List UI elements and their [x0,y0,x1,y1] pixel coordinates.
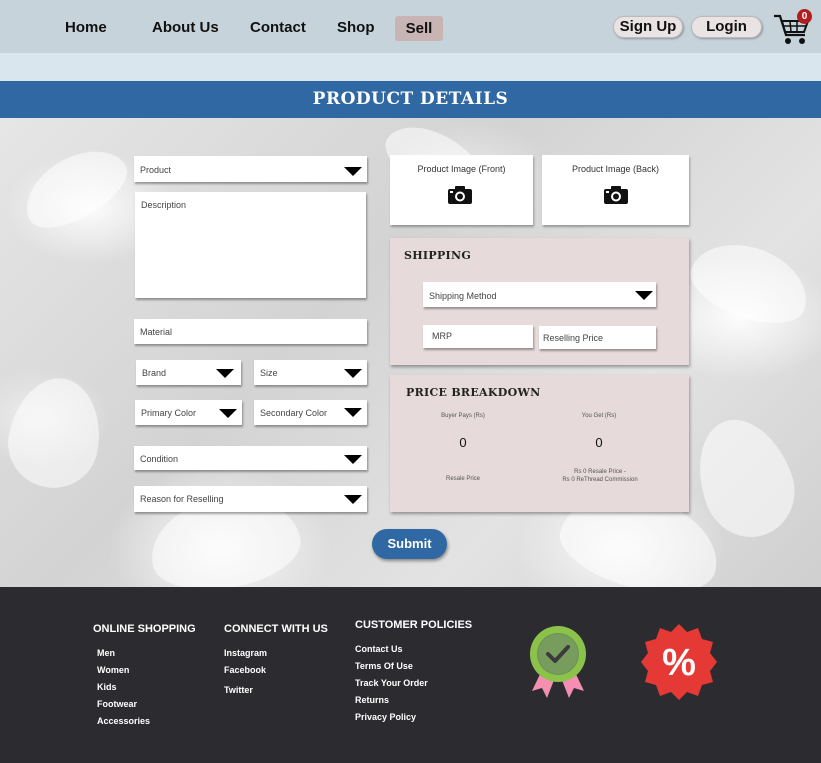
shipping-title: SHIPPING [404,249,472,262]
submit-button[interactable]: Submit [372,529,447,559]
camera-icon [448,186,472,204]
condition-select[interactable]: Condition [134,446,367,470]
nav-about-link[interactable]: About Us [152,19,219,36]
you-get-note-line2: Rs 0 ReThread Commission [562,477,638,483]
brand-select[interactable]: Brand [136,360,241,385]
chevron-down-icon [219,409,237,418]
material-input[interactable]: Material [134,319,367,344]
footer-link-women[interactable]: Women [97,665,129,675]
you-get-value: 0 [595,435,603,450]
connect-heading: CONNECT WITH US [224,623,328,635]
product-select[interactable]: Product [134,156,367,182]
buyer-pays-label: Buyer Pays (Rs) [441,413,485,419]
you-get-label: You Get (Rs) [581,413,617,419]
quality-badge-icon [530,626,586,698]
resale-price-note: Resale Price [445,476,480,482]
reselling-price-input[interactable]: Reselling Price [539,326,656,349]
price-breakdown-title: PRICE BREAKDOWN [406,386,541,399]
size-select[interactable]: Size [254,360,367,385]
camera-icon [604,186,628,204]
shipping-panel: SHIPPING Shipping Method MRP Reselling P… [390,238,689,365]
chevron-down-icon [344,369,362,378]
you-get-note-line1: Rs 0 Resale Price - [574,469,626,475]
discount-percent-icon: % [641,624,717,700]
mrp-input[interactable]: MRP [423,325,533,348]
reason-select[interactable]: Reason for Reselling [134,486,367,512]
footer-link-contact-us[interactable]: Contact Us [355,644,403,654]
chevron-down-icon [216,369,234,378]
chevron-down-icon [635,291,653,300]
footer-link-men[interactable]: Men [97,648,115,658]
nav-sell-link[interactable]: Sell [395,16,443,41]
shipping-method-select[interactable]: Shipping Method [423,282,656,307]
cart-count-badge: 0 [797,9,812,24]
footer-link-terms[interactable]: Terms Of Use [355,661,413,671]
footer-link-track-order[interactable]: Track Your Order [355,678,428,688]
footer-link-returns[interactable]: Returns [355,695,389,705]
chevron-down-icon [344,408,362,417]
footer-link-footwear[interactable]: Footwear [97,699,137,709]
price-breakdown-panel: PRICE BREAKDOWN Buyer Pays (Rs) You Get … [390,375,689,512]
login-button[interactable]: Login [691,16,762,38]
chevron-down-icon [344,167,362,176]
footer-link-accessories[interactable]: Accessories [97,716,150,726]
primary-color-select[interactable]: Primary Color [135,400,242,425]
product-image-back-upload[interactable]: Product Image (Back) [542,155,689,225]
footer-link-twitter[interactable]: Twitter [224,685,253,695]
secondary-color-select[interactable]: Secondary Color [254,400,367,425]
footer-link-instagram[interactable]: Instagram [224,648,267,658]
chevron-down-icon [344,455,362,464]
product-image-front-upload[interactable]: Product Image (Front) [390,155,533,225]
footer-link-privacy[interactable]: Privacy Policy [355,712,416,722]
signup-button[interactable]: Sign Up [613,16,683,38]
footer-link-kids[interactable]: Kids [97,682,117,692]
top-navigation: Home About Us Contact Shop Sell Sign Up … [0,0,821,53]
buyer-pays-value: 0 [459,435,467,450]
policies-heading: CUSTOMER POLICIES [355,619,473,631]
page-title: PRODUCT DETAILS [0,81,821,118]
nav-shop-link[interactable]: Shop [337,19,375,36]
sub-header-bar [0,53,821,81]
footer-link-facebook[interactable]: Facebook [224,665,266,675]
nav-contact-link[interactable]: Contact [250,19,306,36]
chevron-down-icon [344,495,362,504]
site-footer: ONLINE SHOPPING Men Women Kids Footwear … [0,587,821,763]
description-textarea[interactable]: Description [135,192,366,298]
nav-home-link[interactable]: Home [65,19,107,36]
online-shopping-heading: ONLINE SHOPPING [93,623,196,635]
discount-symbol: % [662,642,696,684]
